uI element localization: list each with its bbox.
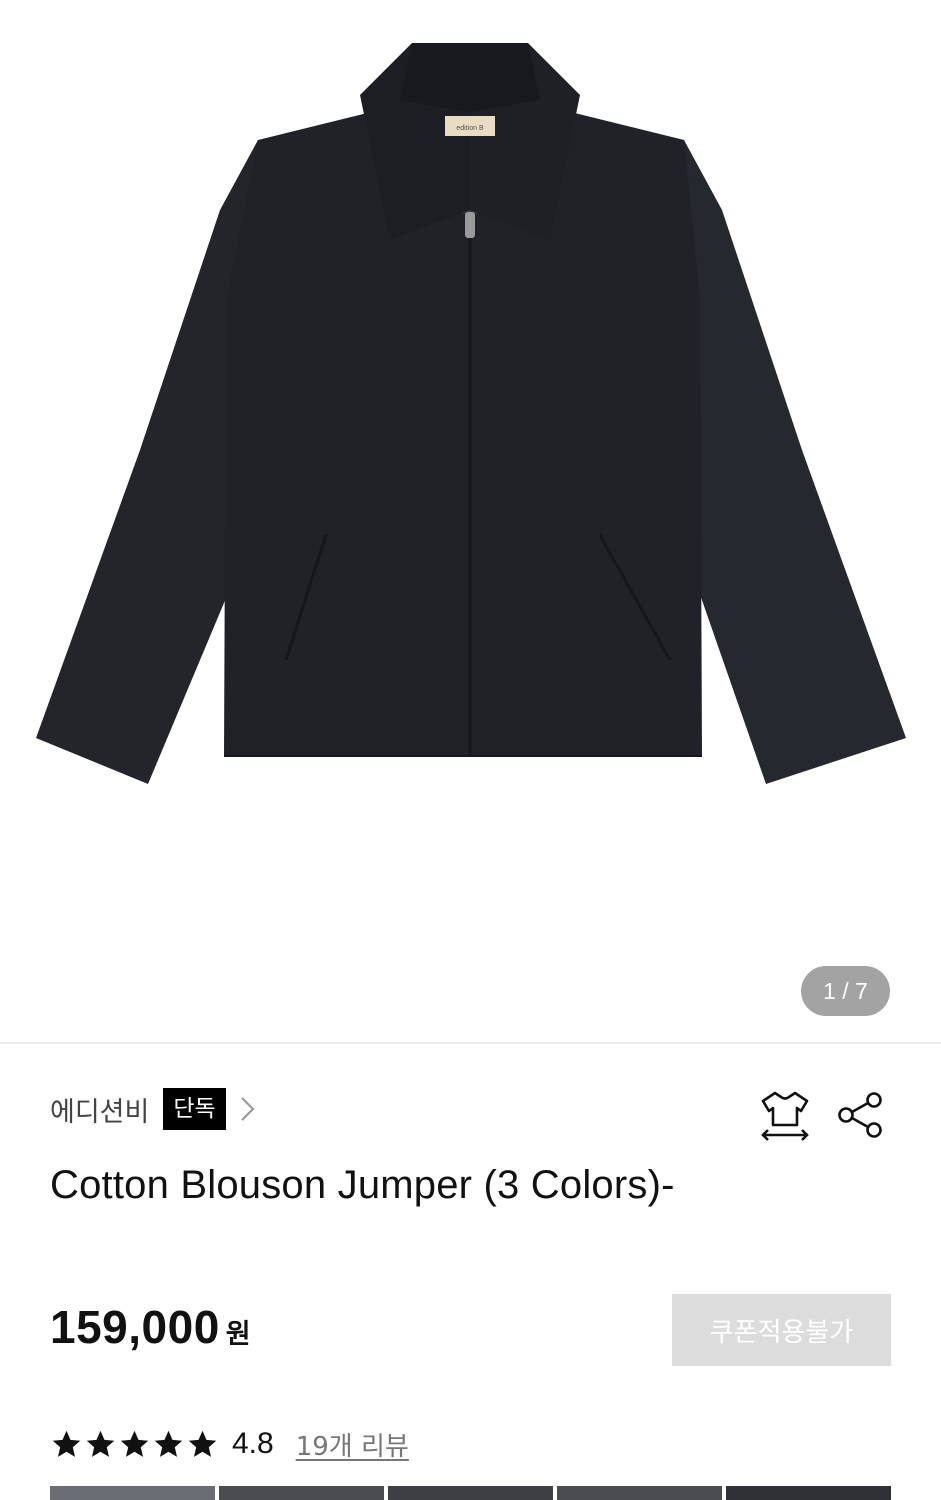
exclusive-badge: 단독 xyxy=(163,1088,226,1130)
review-photo-thumb[interactable] xyxy=(388,1486,553,1500)
star-icon xyxy=(154,1430,183,1457)
product-image-gallery[interactable]: edition B 1 / 7 xyxy=(0,0,941,1042)
star-icon xyxy=(52,1430,81,1457)
divider xyxy=(0,1042,941,1044)
review-photo-thumb[interactable] xyxy=(557,1486,722,1500)
chevron-right-icon xyxy=(240,1097,255,1121)
rating-value: 4.8 xyxy=(232,1427,274,1460)
review-count-link[interactable]: 19개 리뷰 xyxy=(296,1426,409,1463)
price: 159,000 원 xyxy=(50,1300,251,1354)
star-icon xyxy=(86,1430,115,1457)
product-title: Cotton Blouson Jumper (3 Colors)- xyxy=(50,1163,675,1207)
share-icon[interactable] xyxy=(834,1089,886,1141)
brand-name: 에디션비 xyxy=(50,1096,150,1128)
brand-link[interactable]: 에디션비 단독 xyxy=(50,1085,258,1133)
image-counter: 1 / 7 xyxy=(801,966,890,1016)
tshirt-size-icon[interactable] xyxy=(757,1087,813,1143)
coupon-button[interactable]: 쿠폰적용불가 xyxy=(672,1294,891,1366)
star-icon xyxy=(188,1430,217,1457)
review-photo-thumb[interactable] xyxy=(219,1486,384,1500)
rating-row: 4.8 19개 리뷰 xyxy=(50,1424,409,1464)
product-photo: edition B xyxy=(36,43,906,784)
review-photo-thumb[interactable] xyxy=(726,1486,891,1500)
price-amount: 159,000 xyxy=(50,1301,220,1353)
star-icon xyxy=(120,1430,149,1457)
star-rating xyxy=(50,1428,220,1461)
review-photo-thumb[interactable] xyxy=(50,1486,215,1500)
review-photo-strip[interactable] xyxy=(50,1486,891,1500)
jacket-label-text: edition B xyxy=(456,125,484,132)
price-currency: 원 xyxy=(225,1319,251,1350)
